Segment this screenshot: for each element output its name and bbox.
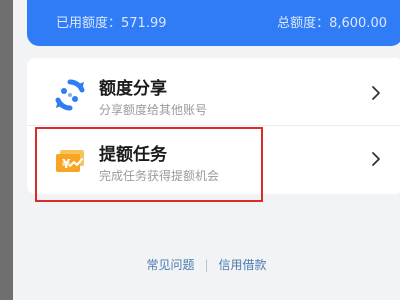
chevron-right-icon — [372, 86, 380, 100]
menu-item-title: 额度分享 — [99, 79, 167, 99]
window-left-edge — [0, 0, 13, 300]
link-separator: | — [204, 258, 209, 272]
app-screen: 已用额度：571.99 总额度：8,600.00 额度分享 分享额度给其他账号 — [13, 0, 400, 300]
credit-summary-card: 已用额度：571.99 总额度：8,600.00 — [27, 0, 400, 46]
total-credit-text: 总额度：8,600.00 — [277, 16, 387, 31]
footer-links: 常见问题 | 信用借款 — [13, 256, 400, 273]
used-credit-text: 已用额度：571.99 — [56, 16, 167, 31]
credit-loan-link[interactable]: 信用借款 — [219, 258, 267, 272]
chevron-right-icon — [372, 152, 380, 166]
share-cycle-icon — [55, 79, 85, 111]
highlight-annotation-box — [35, 127, 263, 202]
faq-link[interactable]: 常见问题 — [146, 258, 194, 272]
menu-item-description: 分享额度给其他账号 — [99, 103, 208, 117]
menu-item-credit-share[interactable]: 额度分享 分享额度给其他账号 — [27, 60, 400, 127]
